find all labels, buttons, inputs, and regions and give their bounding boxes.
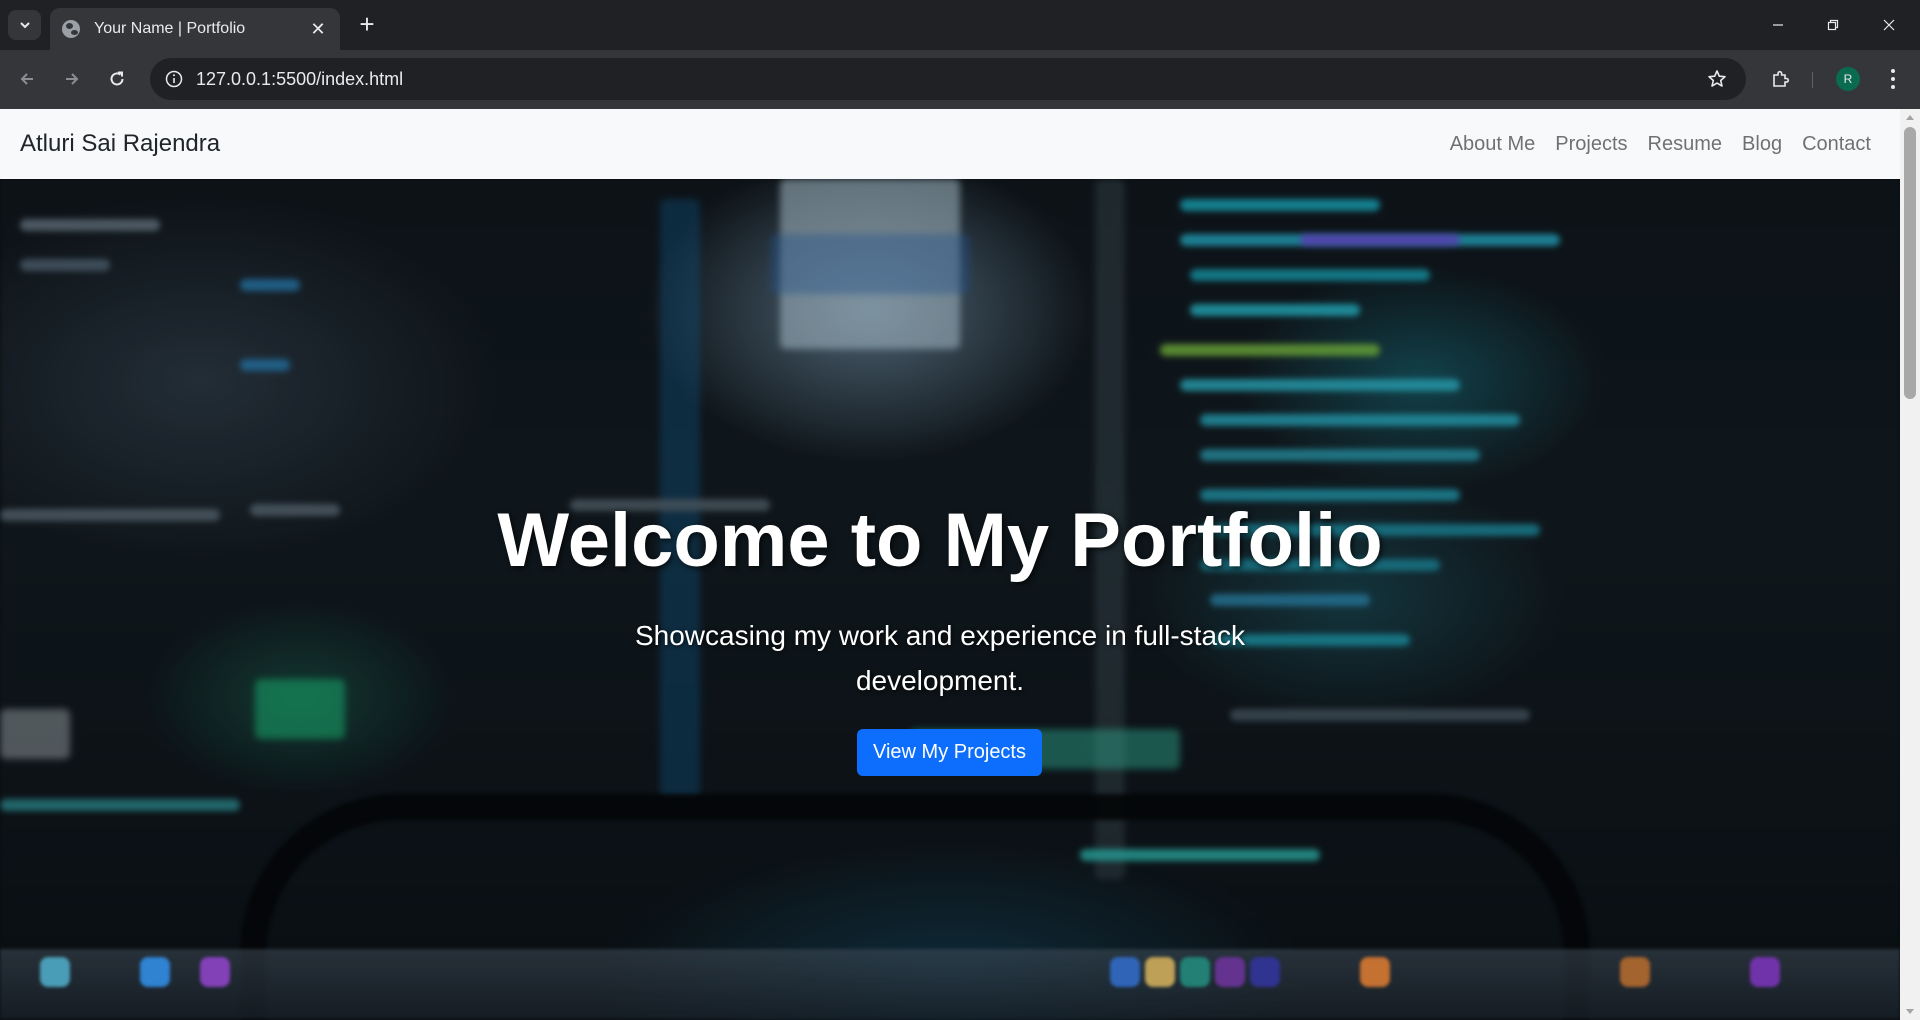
bookmark-star-icon[interactable]: [1702, 64, 1732, 94]
menu-dot-icon: [1891, 85, 1895, 89]
scroll-down-arrow-icon[interactable]: [1906, 1009, 1914, 1014]
browser-toolbar: 127.0.0.1:5500/index.html R: [0, 50, 1920, 109]
forward-button[interactable]: [56, 63, 88, 95]
globe-icon: [62, 20, 80, 38]
puzzle-icon: [1773, 70, 1790, 87]
site-info-icon[interactable]: [162, 67, 186, 91]
browser-tab[interactable]: Your Name | Portfolio ✕: [50, 8, 340, 50]
hero-title: Welcome to My Portfolio: [497, 498, 1383, 583]
scrollbar-thumb[interactable]: [1904, 127, 1916, 399]
arrow-right-icon: [66, 73, 79, 85]
nav-links: About Me Projects Resume Blog Contact: [1450, 133, 1871, 156]
toolbar-divider: [1812, 72, 1813, 88]
minimize-icon: [1773, 24, 1783, 26]
page-viewport: Atluri Sai Rajendra About Me Projects Re…: [0, 109, 1900, 1020]
new-tab-button[interactable]: +: [354, 11, 380, 38]
close-icon: [1883, 19, 1895, 31]
address-bar[interactable]: 127.0.0.1:5500/index.html: [150, 58, 1746, 100]
page-scrollbar[interactable]: [1900, 109, 1920, 1020]
view-projects-button[interactable]: View My Projects: [857, 729, 1042, 776]
extensions-button[interactable]: [1766, 64, 1796, 94]
scroll-up-arrow-icon[interactable]: [1906, 115, 1914, 120]
nav-link-resume[interactable]: Resume: [1648, 133, 1722, 156]
tab-title: Your Name | Portfolio: [94, 20, 246, 37]
hero-content: Welcome to My Portfolio Showcasing my wo…: [0, 179, 1900, 1020]
hero-section: Welcome to My Portfolio Showcasing my wo…: [0, 179, 1900, 1020]
nav-link-contact[interactable]: Contact: [1802, 133, 1871, 156]
url-text[interactable]: 127.0.0.1:5500/index.html: [196, 69, 1702, 90]
reload-icon: [110, 71, 124, 86]
reload-button[interactable]: [101, 63, 133, 95]
site-brand[interactable]: Atluri Sai Rajendra: [20, 130, 220, 158]
minimize-button[interactable]: [1755, 10, 1801, 40]
site-navbar: Atluri Sai Rajendra About Me Projects Re…: [0, 109, 1900, 179]
menu-dot-icon: [1891, 69, 1895, 73]
tab-close-icon[interactable]: ✕: [308, 19, 328, 40]
chevron-down-icon: [19, 22, 30, 29]
nav-link-about[interactable]: About Me: [1450, 133, 1536, 156]
nav-link-projects[interactable]: Projects: [1555, 133, 1627, 156]
close-window-button[interactable]: [1866, 10, 1912, 40]
hero-subtitle: Showcasing my work and experience in ful…: [634, 620, 1246, 696]
restore-button[interactable]: [1810, 10, 1856, 40]
arrow-left-icon: [20, 73, 33, 85]
tab-search-button[interactable]: [8, 10, 41, 40]
back-button[interactable]: [11, 63, 43, 95]
tab-strip: Your Name | Portfolio ✕ +: [0, 0, 1920, 50]
menu-dot-icon: [1891, 77, 1895, 81]
profile-avatar[interactable]: R: [1836, 67, 1860, 91]
restore-icon: [1827, 19, 1839, 31]
nav-link-blog[interactable]: Blog: [1742, 133, 1782, 156]
browser-menu-button[interactable]: [1878, 63, 1908, 95]
